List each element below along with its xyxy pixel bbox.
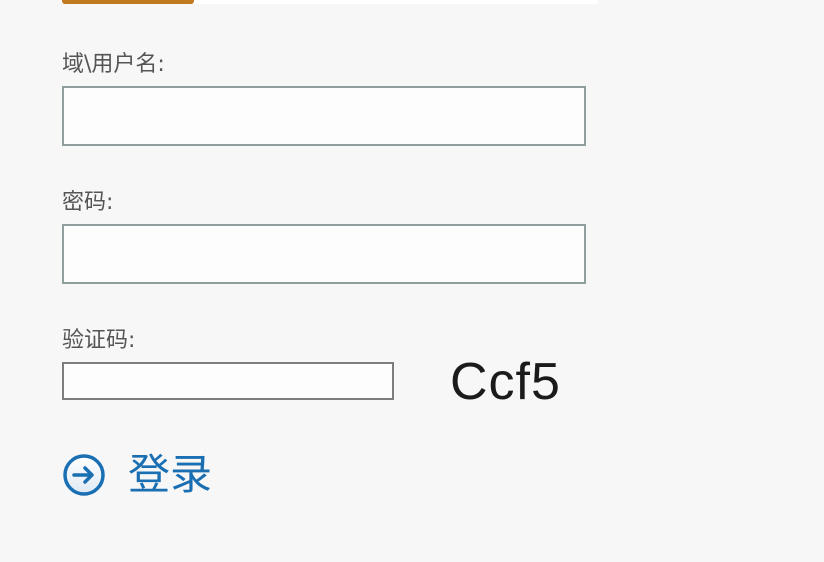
captcha-image[interactable]: Ccf5: [450, 352, 561, 412]
username-input[interactable]: [62, 86, 586, 146]
arrow-right-circle-icon[interactable]: [62, 453, 106, 497]
banner-accent: [62, 0, 194, 4]
login-label[interactable]: 登录: [128, 450, 212, 500]
captcha-label: 验证码:: [62, 328, 136, 353]
captcha-input[interactable]: [62, 362, 394, 400]
password-label: 密码:: [62, 190, 114, 215]
login-button[interactable]: 登录: [62, 450, 212, 500]
username-label: 域\用户名:: [62, 52, 165, 77]
password-input[interactable]: [62, 224, 586, 284]
top-banner-strip: [62, 0, 598, 4]
